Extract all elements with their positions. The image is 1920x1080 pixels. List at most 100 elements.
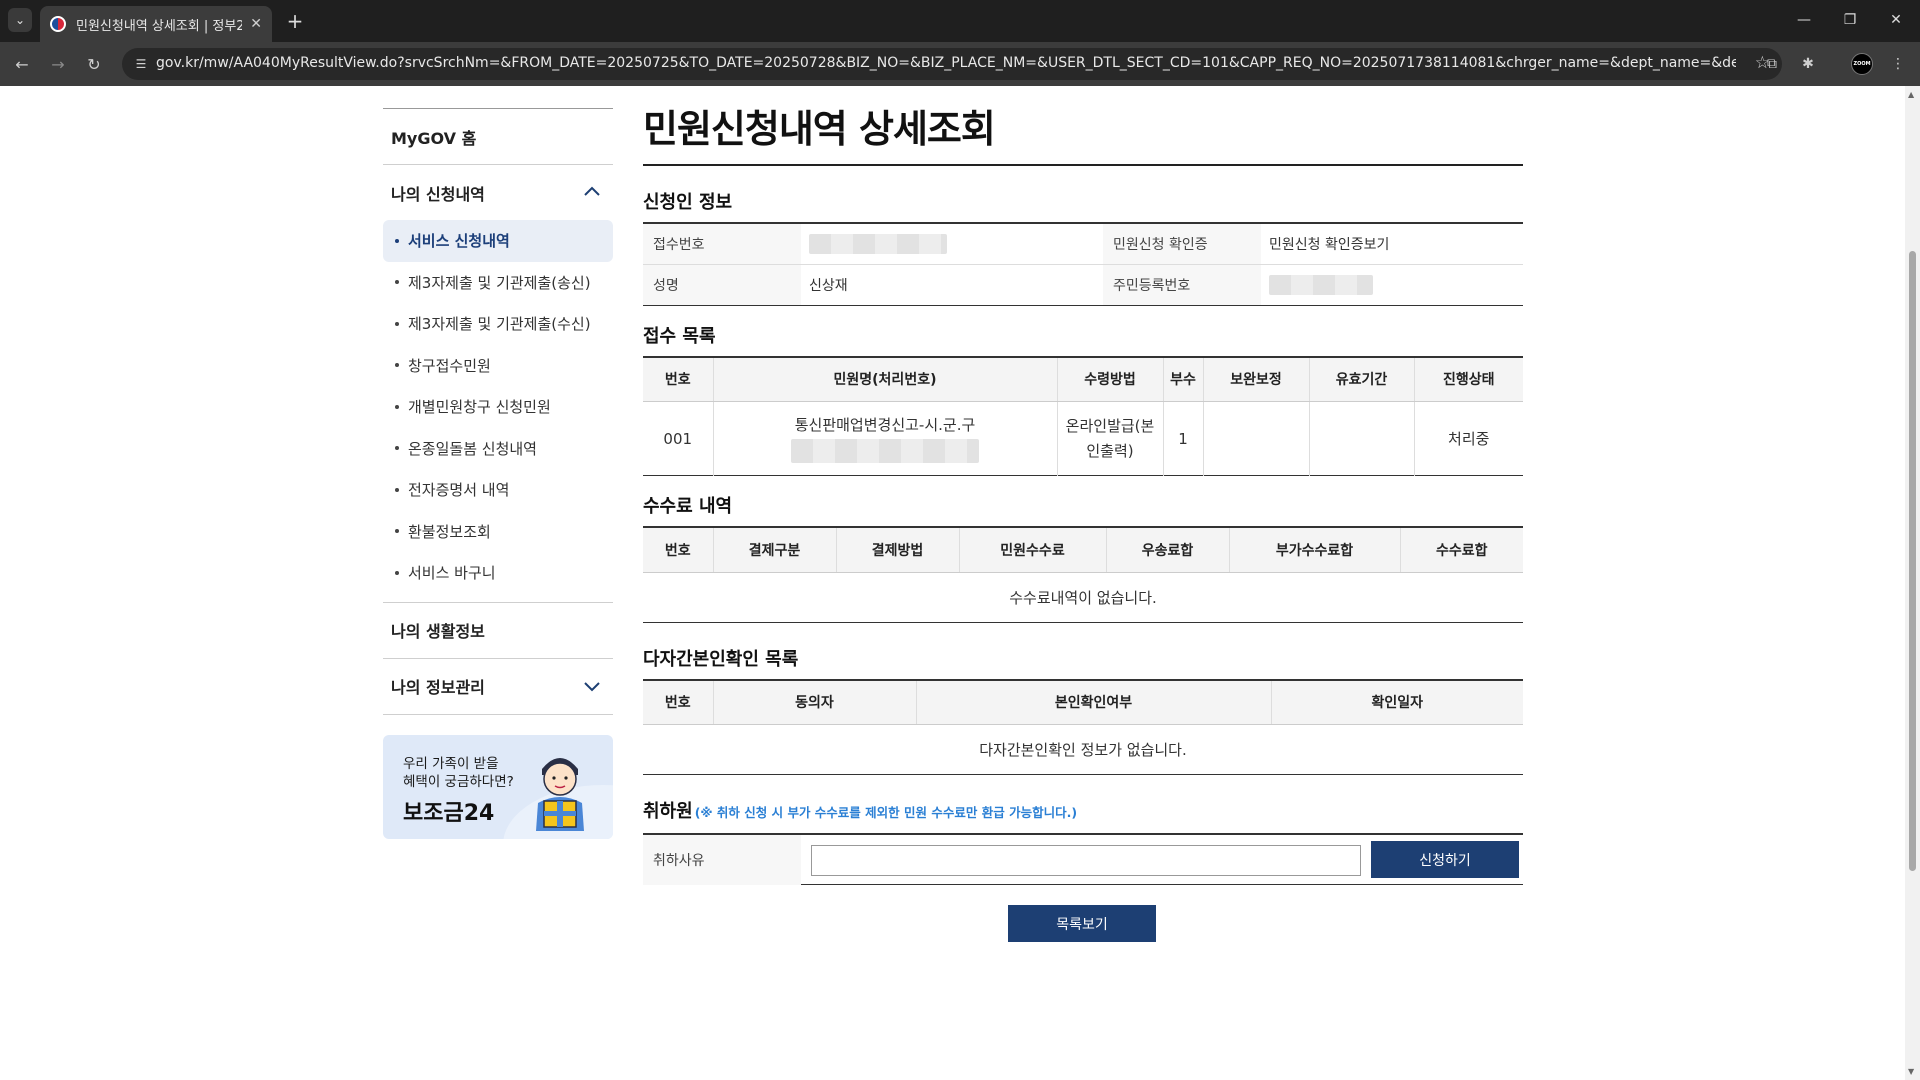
new-tab-plus-icon[interactable]: + [282,8,308,34]
bullet-icon [395,487,399,492]
cancel-section-header: 취하원 (※ 취하 신청 시 부가 수수료를 제외한 민원 수수료만 환급 가능… [643,797,1523,833]
url-text[interactable]: gov.kr/mw/AA040MyResultView.do?srvcSrchN… [156,55,1736,71]
banner-line-2: 혜택이 궁금하다면? [403,773,514,790]
scrollbar-thumb[interactable] [1909,251,1916,871]
multi-verify-empty-message: 다자간본인확인 정보가 없습니다. [979,741,1187,759]
column-header: 부가수수료합 [1228,527,1400,573]
sidebar-item-individual-counter[interactable]: 개별민원창구 신청민원 [383,386,613,428]
cancel-reason-input[interactable] [811,845,1361,876]
applicant-section-title: 신청인 정보 [643,192,733,213]
chevron-down-icon[interactable] [583,677,601,695]
redacted-process-no [714,439,1057,463]
column-header: 진행상태 [1413,356,1523,402]
window-close-icon[interactable]: ✕ [1876,6,1916,34]
reload-icon[interactable]: ↻ [80,50,108,78]
browser-tab[interactable]: 민원신청내역 상세조회 | 정부24 ✕ [40,6,272,42]
sidebar-item-allday-care[interactable]: 온종일돌봄 신청내역 [383,428,613,470]
main-content: 민원신청내역 상세조회 신청인 정보 접수번호 민원신청 확인증 민원신청 확인… [643,104,1523,942]
cancel-reason-label: 취하사유 [643,835,801,885]
apply-cancel-button[interactable]: 신청하기 [1371,841,1519,878]
sidebar-home-link[interactable]: MyGOV 홈 [383,108,613,164]
back-to-list-button[interactable]: 목록보기 [1008,905,1156,942]
sidebar-item-refund-info[interactable]: 환불정보조회 [383,511,613,553]
minimize-icon[interactable]: — [1784,6,1824,34]
column-header: 민원명(처리번호) [712,356,1057,402]
subsidy24-banner[interactable]: 우리 가족이 받을 혜택이 궁금하다면? 보조금24 [383,734,613,839]
row-copies: 1 [1162,401,1203,476]
sidebar-item-label: 환불정보조회 [408,522,491,541]
tab-close-icon[interactable]: ✕ [250,16,262,32]
receipt-list-table: 번호 민원명(처리번호) 수령방법 부수 보완보정 유효기간 진행상태 001 … [643,355,1523,476]
bullet-icon [395,280,399,285]
site-info-icon[interactable]: ☰ [132,55,150,73]
forward-arrow-icon[interactable]: → [44,50,72,78]
sidebar-item-third-party-sent[interactable]: 제3자제출 및 기관제출(송신) [383,262,613,304]
column-header: 부수 [1162,356,1203,402]
banner-line-1: 우리 가족이 받을 [403,755,499,772]
sidebar-item-counter-applications[interactable]: 창구접수민원 [383,345,613,387]
row-no: 001 [663,429,693,448]
column-header: 수수료합 [1399,527,1523,573]
cert-view-link[interactable]: 민원신청 확인증보기 [1261,223,1523,265]
gov24-favicon-icon [50,16,66,32]
column-header: 보완보정 [1202,356,1309,402]
sidebar-life-info[interactable]: 나의 생활정보 [383,601,613,658]
sidebar-item-service-applications[interactable]: 서비스 신청내역 [383,220,613,262]
extensions-puzzle-icon[interactable]: ✱ [1798,54,1818,74]
column-header: 유효기간 [1308,356,1414,402]
table-row: 성명 신상재 주민등록번호 [643,264,1523,305]
browser-menu-icon[interactable]: ⋮ [1888,54,1908,74]
fees-table: 번호 결제구분 결제방법 민원수수료 우송료합 부가수수료합 수수료합 수수료내… [643,526,1523,623]
sidebar-item-label: 서비스 신청내역 [408,232,510,251]
sidebar-item-e-certificates[interactable]: 전자증명서 내역 [383,469,613,511]
applicant-info-table: 접수번호 민원신청 확인증 민원신청 확인증보기 성명 신상재 주민등록번호 [643,222,1523,306]
row-application-name[interactable]: 통신판매업변경신고-시.군.구 [712,401,1057,476]
browser-toolbar: ← → ↻ ☰ gov.kr/mw/AA040MyResultView.do?s… [0,42,1920,86]
profile-avatar[interactable]: ZOOM [1851,53,1873,75]
scroll-up-arrow-icon[interactable]: ▲ [1908,90,1914,99]
cancel-refund-note: (※ 취하 신청 시 부가 수수료를 제외한 민원 수수료만 환급 가능합니다.… [694,805,1078,820]
rrn-value [1261,264,1523,305]
sidebar-item-label: 개별민원창구 신청민원 [408,398,551,417]
bullet-icon [395,321,399,326]
translate-icon[interactable]: ⧉ [1762,54,1782,74]
sidebar-info-manage[interactable]: 나의 정보관리 [383,657,613,714]
sidebar-submenu: 서비스 신청내역 제3자제출 및 기관제출(송신) 제3자제출 및 기관제출(수… [383,220,613,602]
bullet-icon [395,570,399,575]
column-header: 우송료합 [1105,527,1229,573]
sidebar-item-service-basket[interactable]: 서비스 바구니 [383,552,613,594]
cancel-section-title: 취하원 [643,801,693,822]
receipt-list-title: 접수 목록 [643,325,716,347]
table-row: 접수번호 민원신청 확인증 민원신청 확인증보기 [643,223,1523,265]
row-status: 처리중 [1413,401,1523,476]
page-scrollbar[interactable]: ▲ ▼ [1905,86,1920,1080]
column-header: 번호 [643,527,713,573]
sidebar-item-third-party-received[interactable]: 제3자제출 및 기관제출(수신) [383,303,613,345]
sidebar-my-applications[interactable]: 나의 신청내역 [383,164,613,220]
multi-verify-section-title: 다자간본인확인 목록 [643,648,799,670]
row-receive-method: 온라인발급(본인출력) [1056,401,1163,476]
table-row: 수수료내역이 없습니다. [643,572,1523,622]
sidebar-item-label: 제3자제출 및 기관제출(송신) [408,273,591,292]
sidebar-item-label: 온종일돌봄 신청내역 [408,439,537,458]
restore-icon[interactable]: ❐ [1830,6,1870,34]
scroll-down-arrow-icon[interactable]: ▼ [1908,1067,1914,1076]
cert-label: 민원신청 확인증 [1103,223,1261,265]
redacted-rrn [1269,274,1373,295]
redacted-block [791,439,979,463]
column-header: 번호 [643,679,713,725]
sidebar-info-manage-label: 나의 정보관리 [391,678,485,697]
character-with-gift-icon [536,757,584,831]
table-header-row: 번호 민원명(처리번호) 수령방법 부수 보완보정 유효기간 진행상태 [643,356,1523,402]
column-header: 확인일자 [1270,679,1523,725]
column-header: 수령방법 [1056,356,1163,402]
back-arrow-icon[interactable]: ← [8,50,36,78]
tab-search-chevron-icon[interactable]: ⌄ [8,8,32,32]
address-bar[interactable]: ☰ gov.kr/mw/AA040MyResultView.do?srvcSrc… [122,48,1782,80]
cancel-form: 취하사유 신청하기 [643,833,1523,885]
page-viewport: MyGOV 홈 나의 신청내역 서비스 신청내역 제3자제출 및 기관제출(송신… [0,86,1905,1080]
fees-section-title: 수수료 내역 [643,496,733,517]
column-header: 민원수수료 [958,527,1106,573]
chevron-up-icon[interactable] [583,183,601,201]
multi-verify-table: 번호 동의자 본인확인여부 확인일자 다자간본인확인 정보가 없습니다. [643,678,1523,775]
